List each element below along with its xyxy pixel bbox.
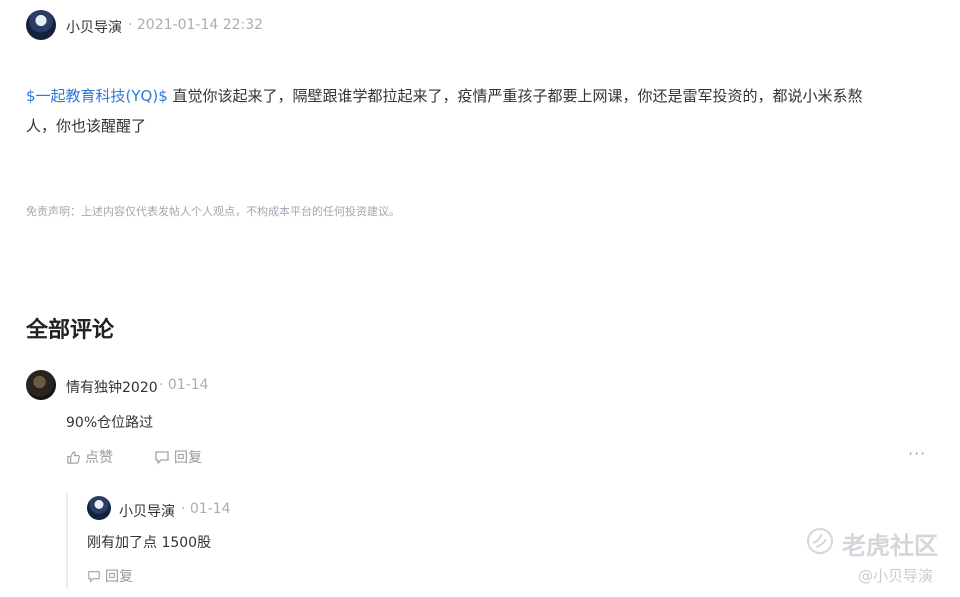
post-text-2: 人，你也该醒醒了 (26, 117, 147, 135)
like-label: 点赞 (85, 450, 113, 466)
post-text-1: 直觉你该起来了，隔壁跟谁学都拉起来了，疫情严重孩子都要上网课，你还是雷军投资的，… (167, 87, 863, 105)
commenter-name[interactable]: 情有独钟2020 (66, 377, 158, 397)
author-avatar[interactable] (26, 10, 56, 40)
post-author-name[interactable]: 小贝导演 (66, 17, 122, 37)
stock-tag-link[interactable]: $一起教育科技(YQ)$ (26, 87, 168, 105)
comment-bubble-icon (87, 570, 101, 583)
post-timestamp: · 2021-01-14 22:32 (128, 17, 264, 33)
thumbs-up-icon (66, 450, 81, 465)
reply-author-avatar[interactable] (87, 496, 111, 520)
more-options-icon[interactable]: ··· (908, 444, 926, 463)
reply-label: 回复 (174, 450, 202, 466)
reply-button[interactable]: 回复 (154, 447, 202, 467)
like-button[interactable]: 点赞 (66, 447, 113, 467)
watermark-logo: 老虎社区 (806, 526, 938, 561)
commenter-avatar[interactable] (26, 370, 56, 400)
reply-text: 刚有加了点 1500股 (87, 535, 212, 551)
watermark-brand: 老虎社区 (842, 532, 938, 560)
comment-bubble-icon (154, 450, 170, 465)
post-body: $一起教育科技(YQ)$ 直觉你该起来了，隔壁跟谁学都拉起来了，疫情严重孩子都要… (26, 81, 936, 141)
reply-reply-label: 回复 (105, 569, 133, 585)
disclaimer: 免责声明：上述内容仅代表发帖人个人观点，不构成本平台的任何投资建议。 (26, 205, 400, 218)
reply-author-name[interactable]: 小贝导演 (119, 501, 175, 521)
comment-timestamp: · 01-14 (159, 377, 209, 393)
tiger-logo-icon (806, 527, 834, 561)
reply-timestamp: · 01-14 (181, 501, 231, 517)
reply-reply-button[interactable]: 回复 (87, 566, 133, 586)
comments-section-title: 全部评论 (26, 318, 115, 343)
watermark-user: @小贝导演 (858, 567, 934, 585)
comment-text: 90%仓位路过 (66, 415, 154, 431)
post-body-line-1: $一起教育科技(YQ)$ 直觉你该起来了，隔壁跟谁学都拉起来了，疫情严重孩子都要… (26, 81, 936, 111)
